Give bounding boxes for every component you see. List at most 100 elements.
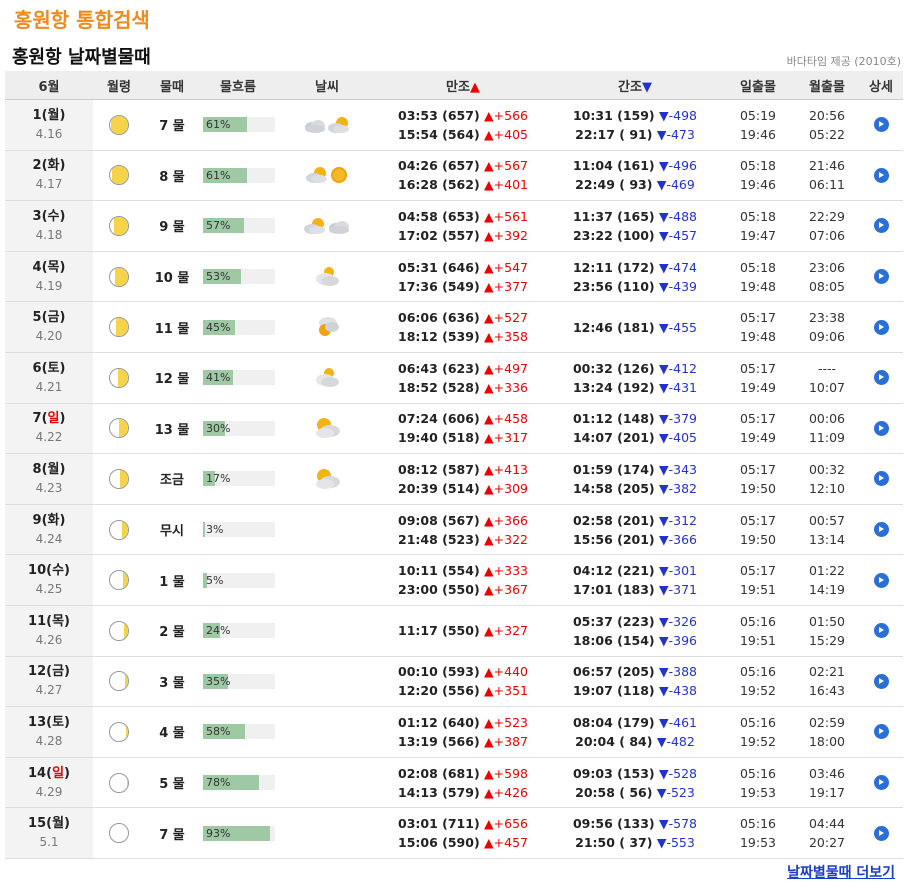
lunar-date: 4.27 — [35, 683, 63, 698]
moonrise-cell: 00:57 13:14 — [808, 512, 846, 547]
low-tide-cell: 12:46 (181) ▼-455 — [572, 319, 697, 335]
detail-cell — [859, 555, 903, 606]
weather-cell — [277, 100, 377, 151]
weather-cell — [277, 403, 377, 454]
low-tide-cell: 11:04 (161) ▼-496 22:49 ( 93) ▼-469 — [572, 158, 697, 193]
detail-arrow-icon[interactable] — [873, 522, 889, 538]
more-link[interactable]: 날짜별물때 더보기 — [787, 862, 895, 882]
moon-phase-icon — [109, 620, 129, 641]
tide-name: 무시 — [160, 524, 184, 540]
moon-phase-icon — [109, 266, 129, 287]
detail-arrow-icon[interactable] — [873, 117, 889, 133]
lunar-date: 4.25 — [35, 582, 63, 597]
date-cell: 13(토) 4.28 — [5, 706, 93, 758]
date-cell: 12(금) 4.27 — [5, 656, 93, 707]
detail-cell — [859, 454, 903, 505]
low-tide-cell: 09:03 (153) ▼-528 20:58 ( 56) ▼-523 — [572, 765, 697, 800]
cloud-sun-icon — [316, 367, 339, 387]
low-tide-cell: 02:58 (201) ▼-312 15:56 (201) ▼-366 — [572, 512, 697, 547]
sunrise-cell: 05:16 19:51 — [739, 613, 777, 648]
sunrise-cell: 05:18 19:48 — [739, 259, 777, 294]
tide-name: 5 물 — [159, 777, 185, 793]
tide-name: 3 물 — [159, 675, 185, 691]
detail-arrow-icon[interactable] — [873, 471, 889, 487]
detail-cell — [859, 201, 903, 252]
header-detail: 상세 — [859, 71, 903, 100]
low-tide-cell: 10:31 (159) ▼-498 22:17 ( 91) ▼-473 — [572, 107, 697, 142]
moon-phase-icon — [109, 519, 129, 540]
moon-cell — [93, 150, 145, 201]
flow-cell: 3% — [199, 504, 277, 555]
tide-name: 4 물 — [159, 726, 185, 742]
low-tide-cell: 05:37 (223) ▼-326 18:06 (154) ▼-396 — [572, 613, 697, 648]
detail-arrow-icon[interactable] — [873, 623, 889, 639]
weather-cell — [277, 302, 377, 353]
detail-cell — [859, 302, 903, 353]
detail-arrow-icon[interactable] — [873, 319, 889, 335]
detail-arrow-icon[interactable] — [873, 218, 889, 234]
detail-arrow-icon[interactable] — [873, 724, 889, 740]
flow-cell: 93% — [199, 808, 277, 859]
tide-name: 7 물 — [159, 119, 185, 135]
high-tide-cell: 03:53 (657) ▲+566 15:54 (564) ▲+405 — [398, 107, 528, 142]
detail-cell — [859, 656, 903, 707]
cloud-icon — [329, 220, 349, 234]
high-tide-cell: 05:31 (646) ▲+547 17:36 (549) ▲+377 — [398, 259, 528, 294]
day-label: 3(수) — [32, 208, 66, 224]
table-row: 12(금) 4.27 3 물 35% 00:10 (593) ▲+440 12:20 (5… — [5, 656, 903, 707]
detail-cell — [859, 757, 903, 808]
detail-arrow-icon[interactable] — [873, 673, 889, 689]
detail-arrow-icon[interactable] — [873, 825, 889, 841]
flow-bar: 35% — [203, 673, 275, 689]
detail-arrow-icon[interactable] — [873, 269, 889, 285]
weather-cell — [277, 504, 377, 555]
high-tide-cell: 00:10 (593) ▲+440 12:20 (556) ▲+351 — [398, 664, 528, 699]
moon-phase-icon — [109, 215, 129, 236]
date-cell: 5(금) 4.20 — [5, 301, 93, 353]
moonrise-cell: 01:50 15:29 — [808, 613, 846, 648]
cloud-sun-icon — [316, 266, 339, 286]
high-tide-cell: 10:11 (554) ▲+333 23:00 (550) ▲+367 — [398, 563, 528, 598]
partly-cloudy-icon — [328, 116, 349, 133]
detail-arrow-icon[interactable] — [873, 167, 889, 183]
tide-name: 9 물 — [159, 220, 185, 236]
sunrise-cell: 05:16 19:53 — [739, 765, 777, 800]
flow-bar: 78% — [203, 775, 275, 791]
flow-cell: 78% — [199, 757, 277, 808]
weather-cell — [277, 656, 377, 707]
header-moon: 월령 — [93, 71, 145, 100]
sunrise-cell: 05:17 19:51 — [739, 563, 777, 598]
weather-cell — [277, 201, 377, 252]
high-tide-cell: 11:17 (550) ▲+327 — [398, 623, 528, 639]
flow-bar: 5% — [203, 572, 275, 588]
moon-phase-icon — [109, 721, 129, 742]
detail-cell — [859, 605, 903, 656]
flow-cell: 35% — [199, 656, 277, 707]
flow-bar: 41% — [203, 370, 275, 386]
table-header: 6월 월령 물때 물흐름 날씨 만조▲ 간조▼ 일출몰 월출몰 상세 — [5, 71, 903, 100]
partly-cloudy-icon — [304, 217, 325, 234]
high-tide-cell: 04:58 (653) ▲+561 17:02 (557) ▲+392 — [398, 208, 528, 243]
sunrise-cell: 05:16 19:52 — [739, 664, 777, 699]
sun-cloud-icon — [319, 317, 339, 337]
moon-cell — [93, 100, 145, 151]
page-title: 홍원항 통합검색 — [14, 8, 150, 32]
day-label: 2(화) — [32, 158, 66, 174]
detail-arrow-icon[interactable] — [873, 775, 889, 791]
sunrise-cell: 05:17 19:49 — [739, 411, 777, 446]
flow-cell: 5% — [199, 555, 277, 606]
flow-bar: 53% — [203, 269, 275, 285]
low-tide-cell: 01:12 (148) ▼-379 14:07 (201) ▼-405 — [572, 411, 697, 446]
low-tide-cell: 04:12 (221) ▼-301 17:01 (183) ▼-371 — [572, 563, 697, 598]
table-row: 5(금) 4.20 11 물 45% 06:06 (636) ▲+527 18:12 (5… — [5, 301, 903, 353]
moon-phase-icon — [109, 165, 129, 186]
detail-arrow-icon[interactable] — [873, 420, 889, 436]
date-cell: 15(월) 5.1 — [5, 807, 93, 859]
detail-arrow-icon[interactable] — [873, 572, 889, 588]
high-tide-cell: 06:06 (636) ▲+527 18:12 (539) ▲+358 — [398, 310, 528, 345]
lunar-date: 4.19 — [35, 278, 63, 293]
detail-arrow-icon[interactable] — [873, 370, 889, 386]
moon-phase-icon — [109, 418, 129, 439]
high-tide-cell: 01:12 (640) ▲+523 13:19 (566) ▲+387 — [398, 714, 528, 749]
moon-cell — [93, 403, 145, 454]
